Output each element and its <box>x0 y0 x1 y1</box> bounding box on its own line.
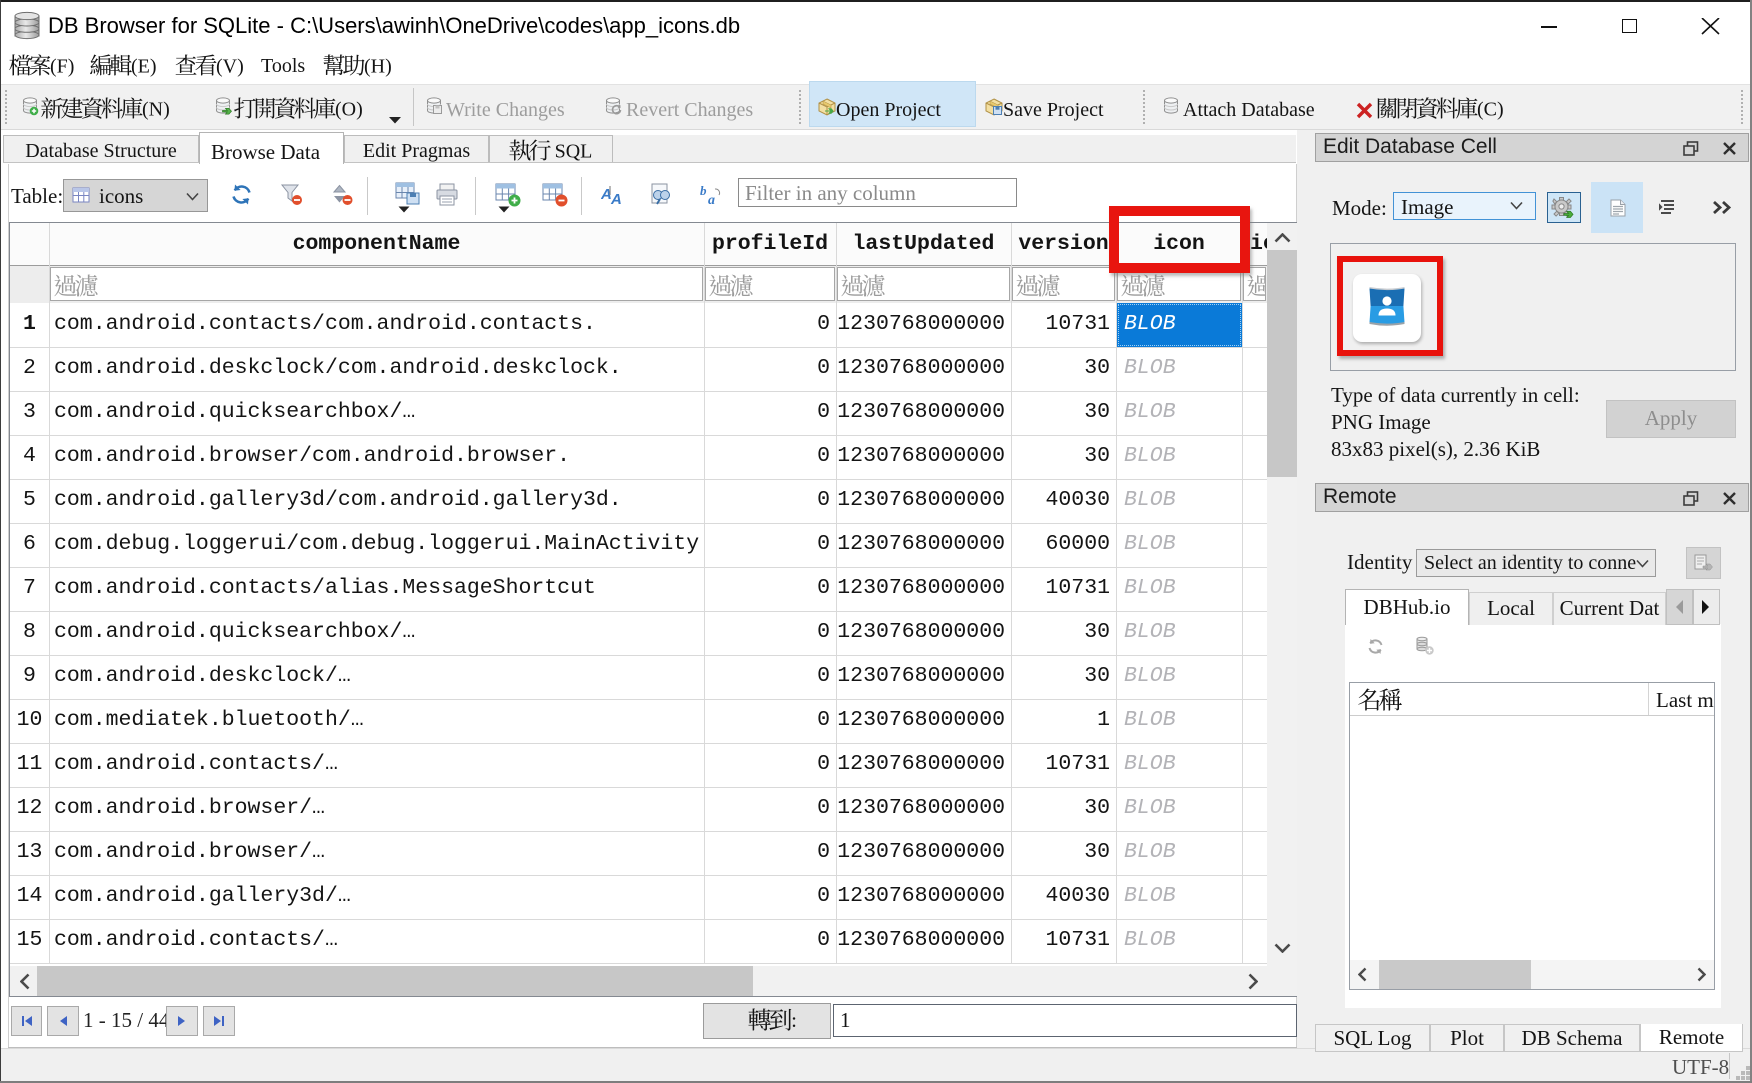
svg-text:A: A <box>610 191 622 207</box>
svg-text:a: a <box>708 193 715 207</box>
svg-text:b: b <box>700 183 707 198</box>
